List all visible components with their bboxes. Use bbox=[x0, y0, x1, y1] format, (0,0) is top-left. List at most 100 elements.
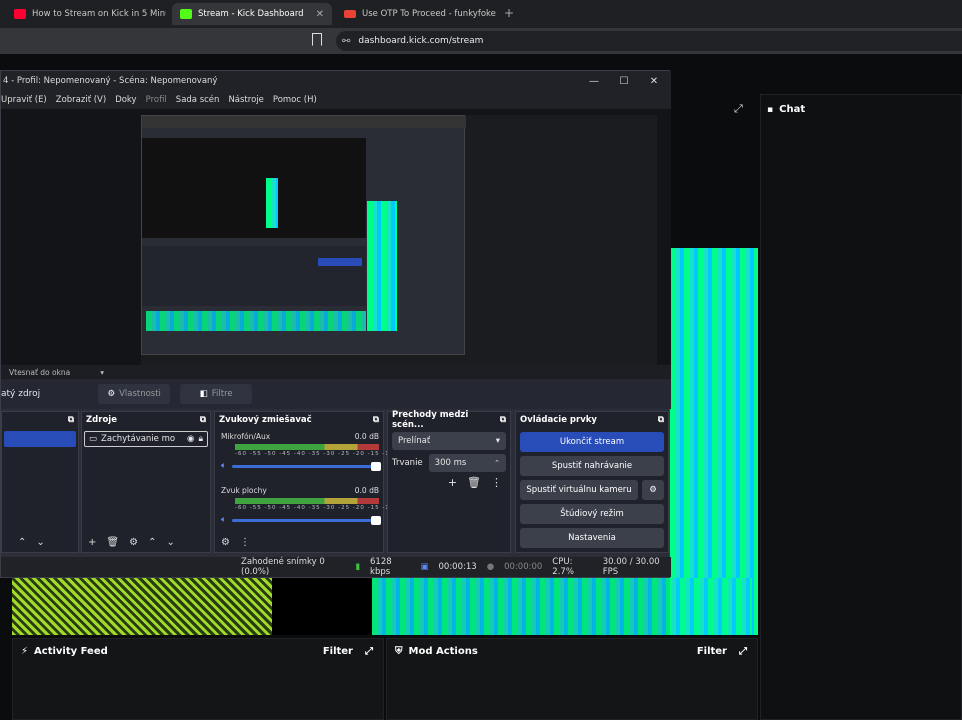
stop-stream-button[interactable]: Ukončiť stream bbox=[520, 432, 664, 452]
start-virtual-camera-button[interactable]: Spustiť virtuálnu kameru bbox=[520, 480, 638, 500]
dock-popout-icon[interactable]: ⧉ bbox=[373, 415, 379, 425]
chevron-down-icon[interactable]: ⌄ bbox=[166, 537, 174, 548]
eye-icon[interactable]: ◉ bbox=[187, 434, 194, 444]
nested-obs-docks bbox=[142, 246, 366, 306]
start-recording-button[interactable]: Spustiť nahrávanie bbox=[520, 456, 664, 476]
stepper-icon[interactable]: ⌃ bbox=[494, 459, 500, 467]
new-tab-button[interactable]: + bbox=[504, 6, 514, 20]
chevron-down-icon[interactable]: ⌄ bbox=[36, 537, 44, 548]
menu-profile[interactable]: Profil bbox=[146, 95, 167, 105]
duration-input[interactable]: 300 ms ⌃ bbox=[428, 454, 506, 472]
browser-tab-kick-dashboard[interactable]: Stream - Kick Dashboard ✕ bbox=[172, 3, 332, 25]
nested-artwork bbox=[266, 178, 278, 228]
obs-window-title: 4 - Profil: Nepomenovaný - Scéna: Nepome… bbox=[3, 76, 218, 86]
menu-help[interactable]: Pomoc (H) bbox=[273, 95, 317, 105]
meter-ticks: -60 -55 -50 -45 -40 -35 -30 -25 -20 -15 … bbox=[235, 451, 412, 457]
menu-edit[interactable]: Upraviť (E) bbox=[1, 95, 47, 105]
filters-button[interactable]: ◧ Filtre bbox=[180, 384, 253, 404]
popout-icon[interactable]: ⤢ bbox=[365, 646, 373, 657]
trash-icon[interactable]: 🗑︎ bbox=[467, 476, 481, 489]
chevron-down-icon: ▾ bbox=[495, 436, 500, 446]
controls-title: Ovládacie prvky bbox=[520, 415, 597, 425]
menu-view[interactable]: Zobraziť (V) bbox=[56, 95, 106, 105]
volume-meter bbox=[235, 498, 379, 504]
transition-select[interactable]: Prelínať ▾ bbox=[392, 432, 506, 450]
filter-button[interactable]: Filter bbox=[697, 646, 727, 657]
preview-capture bbox=[141, 115, 657, 365]
activity-feed-panel: ⚡ Activity Feed Filter ⤢ bbox=[12, 638, 384, 720]
kick-favicon-icon bbox=[180, 9, 192, 19]
dock-popout-icon[interactable]: ⧉ bbox=[68, 415, 74, 425]
fps: 30.00 / 30.00 FPS bbox=[602, 557, 660, 577]
bolt-icon: ⚡ bbox=[21, 646, 29, 657]
url-text: dashboard.kick.com/stream bbox=[358, 36, 484, 46]
trash-icon[interactable]: 🗑︎ bbox=[106, 537, 119, 548]
popout-icon[interactable]: ⤢ bbox=[739, 646, 747, 657]
close-icon[interactable]: ✕ bbox=[639, 71, 669, 91]
address-bar[interactable]: ⚯ dashboard.kick.com/stream bbox=[336, 31, 962, 51]
activity-feed-title: Activity Feed bbox=[34, 646, 108, 657]
transitions-dock: Prechody medzi scén... ⧉ Prelínať ▾ Trva… bbox=[387, 410, 511, 553]
obs-status-bar: Zahodené snímky 0 (0.0%) ▮ 6128 kbps ▣ 0… bbox=[1, 557, 671, 577]
site-info-icon[interactable]: ⚯ bbox=[342, 36, 350, 47]
signal-icon: ▮ bbox=[355, 562, 361, 572]
dock-popout-icon[interactable]: ⧉ bbox=[658, 415, 664, 425]
more-options-icon[interactable]: ⋮ bbox=[491, 476, 502, 489]
preview-mode-select[interactable]: Vtesnať do okna bbox=[9, 368, 70, 377]
bookmark-icon[interactable] bbox=[312, 33, 322, 46]
popout-icon[interactable]: ⤢ bbox=[734, 102, 743, 116]
channel-name: Zvuk plochy bbox=[221, 486, 267, 495]
speaker-icon[interactable]: 🔈︎ bbox=[221, 461, 226, 471]
studio-mode-button[interactable]: Štúdiový režim bbox=[520, 504, 664, 524]
properties-button[interactable]: ⚙ Vlastnosti bbox=[98, 384, 171, 404]
volume-slider[interactable] bbox=[232, 515, 381, 525]
menu-tools[interactable]: Nástroje bbox=[228, 95, 263, 105]
duration-label: Trvanie bbox=[392, 458, 423, 468]
browser-tab-youtube[interactable]: How to Stream on Kick in 5 Minutes bbox=[6, 3, 166, 25]
speaker-icon[interactable]: 🔈︎ bbox=[221, 515, 226, 525]
obs-preview-canvas[interactable] bbox=[1, 109, 671, 365]
channel-name: Mikrofón/Aux bbox=[221, 432, 271, 441]
transitions-title: Prechody medzi scén... bbox=[392, 410, 469, 430]
obs-menu-bar: Upraviť (E) Zobraziť (V) Doky Profil Sad… bbox=[1, 91, 671, 109]
menu-docks[interactable]: Doky bbox=[115, 95, 136, 105]
nested-obs-preview bbox=[142, 138, 366, 238]
scene-item-selected[interactable] bbox=[4, 431, 76, 447]
filter-icon: ◧ bbox=[199, 389, 208, 399]
tab-title: How to Stream on Kick in 5 Minutes bbox=[32, 9, 166, 19]
mod-actions-panel: ⛨ Mod Actions Filter ⤢ bbox=[386, 638, 758, 720]
lock-icon[interactable]: 🔒︎ bbox=[198, 434, 203, 444]
chevron-down-icon[interactable]: ▾ bbox=[100, 368, 104, 377]
gear-icon[interactable]: ⚙ bbox=[129, 537, 138, 548]
more-options-icon[interactable]: ⋮ bbox=[240, 537, 250, 548]
nested-browser-bar bbox=[142, 116, 466, 128]
browser-tab-gmail[interactable]: Use OTP To Proceed - funkyfokel01@ bbox=[336, 3, 496, 25]
obs-title-bar: 4 - Profil: Nepomenovaný - Scéna: Nepome… bbox=[1, 71, 671, 91]
menu-scene-collection[interactable]: Sada scén bbox=[176, 95, 220, 105]
filter-button[interactable]: Filter bbox=[323, 646, 353, 657]
dock-popout-icon[interactable]: ⧉ bbox=[500, 415, 506, 425]
nested-screen-capture bbox=[141, 115, 466, 355]
volume-slider[interactable] bbox=[232, 461, 381, 471]
advanced-audio-icon[interactable]: ⚙ bbox=[221, 537, 230, 548]
chevron-up-icon[interactable]: ⌃ bbox=[18, 537, 26, 548]
source-item-label: Zachytávanie mo bbox=[101, 434, 176, 444]
chat-icon: ▪ bbox=[767, 104, 774, 115]
dock-popout-icon[interactable]: ⧉ bbox=[200, 415, 206, 425]
monitor-icon: ▭ bbox=[89, 434, 98, 444]
add-icon[interactable]: + bbox=[88, 537, 96, 548]
settings-button[interactable]: Nastavenia bbox=[520, 528, 664, 548]
filters-label: Filtre bbox=[211, 389, 233, 399]
close-tab-icon[interactable]: ✕ bbox=[316, 9, 324, 20]
virtual-camera-settings-icon[interactable]: ⚙ bbox=[642, 480, 664, 500]
shield-icon: ⛨ bbox=[395, 646, 403, 657]
add-icon[interactable]: + bbox=[448, 476, 457, 489]
stream-artwork bbox=[12, 568, 272, 635]
controls-dock: Ovládacie prvky ⧉ Ukončiť stream Spustiť… bbox=[515, 411, 669, 553]
minimize-icon[interactable]: — bbox=[579, 71, 609, 91]
chevron-up-icon[interactable]: ⌃ bbox=[148, 537, 156, 548]
stream-artwork bbox=[372, 578, 752, 635]
cpu-usage: CPU: 2.7% bbox=[552, 557, 574, 577]
source-item[interactable]: ▭ Zachytávanie mo ◉ 🔒︎ bbox=[84, 431, 208, 447]
maximize-icon[interactable]: ☐ bbox=[609, 71, 639, 91]
